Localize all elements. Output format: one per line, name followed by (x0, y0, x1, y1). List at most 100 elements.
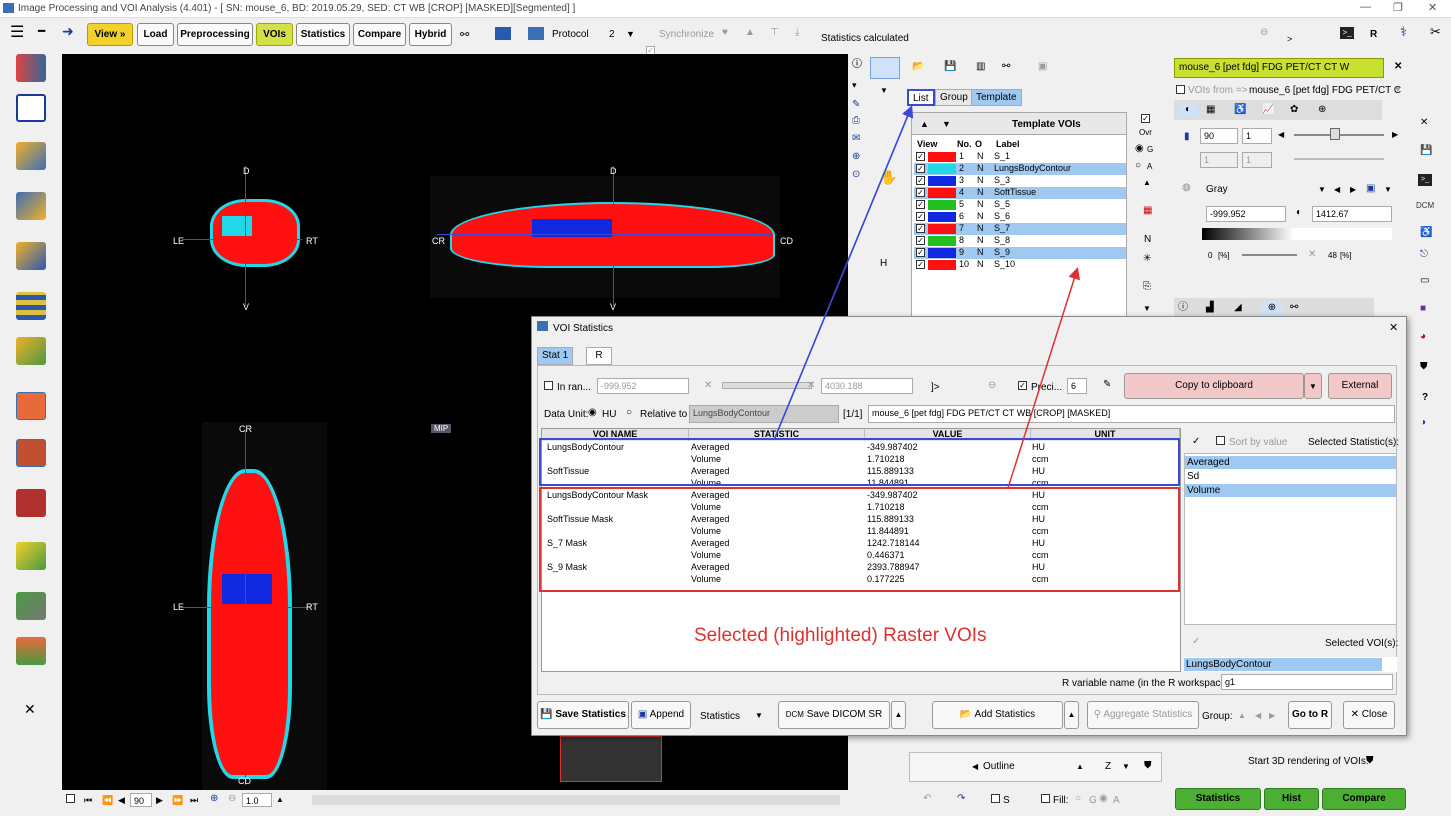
close-window-icon[interactable]: ✕ (1428, 1, 1437, 14)
heart-icon[interactable]: ♥ (722, 26, 728, 40)
add-statistics-button[interactable]: 📂 Add Statistics (932, 701, 1063, 729)
voi-visible-checkbox[interactable]: ✓ (916, 152, 925, 161)
stat-menu-chevron-icon[interactable]: ▼ (755, 709, 763, 723)
close2-icon[interactable]: ✕ (1420, 116, 1428, 130)
palette-icon[interactable]: ▦ (1143, 204, 1152, 218)
last-slice-icon[interactable]: ⏭ (190, 793, 198, 807)
n-label[interactable]: N (1144, 234, 1151, 245)
copy-chevron-icon[interactable]: ▼ (1304, 373, 1322, 399)
save2-icon[interactable]: 💾 (1420, 144, 1432, 158)
slice-slider-thumb[interactable] (1330, 128, 1340, 140)
heart-tool-icon[interactable] (16, 489, 46, 517)
vois-check-icon[interactable]: ✓ (1192, 635, 1200, 649)
chevron-down3-icon[interactable]: ▾ (852, 78, 857, 92)
slice-left-icon[interactable]: ◀ (1278, 128, 1284, 142)
stat-item-averaged[interactable]: Averaged (1185, 456, 1396, 469)
sort-up-icon[interactable]: ▲ (920, 117, 929, 131)
zoom-in-icon[interactable]: ⊕ (210, 792, 218, 806)
segment-tool-icon[interactable] (16, 242, 46, 270)
print-icon[interactable]: ⎙ (852, 114, 860, 128)
crosshair2-icon[interactable]: ⊕ (1262, 301, 1282, 315)
link2-icon[interactable]: ⚯ (1002, 60, 1010, 74)
contrast-icon[interactable]: ◐ (1296, 206, 1302, 220)
colorbar[interactable] (1202, 228, 1392, 240)
open-folder-icon[interactable]: 📂 (912, 60, 924, 74)
stat-item-sd[interactable]: Sd (1185, 470, 1396, 483)
export-icon[interactable]: ⎋ (1420, 248, 1428, 262)
hu-radio-icon[interactable]: ◉ (588, 406, 597, 420)
zoom-out-icon[interactable]: ⊖ (228, 792, 236, 806)
brain-icon[interactable]: ✿ (1290, 103, 1298, 117)
terminal-icon[interactable]: >_ (1340, 27, 1354, 39)
align-top-icon[interactable]: ⊤ (770, 26, 779, 40)
copy-clipboard-button[interactable]: Copy to clipboard (1124, 373, 1304, 399)
external-button[interactable]: External (1328, 373, 1392, 399)
hand-tool-icon[interactable]: ✋ (880, 170, 897, 184)
voi-color-swatch[interactable] (928, 176, 956, 186)
square-icon[interactable]: ■ (1420, 302, 1426, 316)
go-to-r-button[interactable]: Go to R (1288, 701, 1332, 729)
voi-item-selected[interactable]: LungsBodyContour (1184, 658, 1382, 671)
colormap-more-icon[interactable]: ▼ (1384, 183, 1392, 197)
expand-icon[interactable]: > (1287, 32, 1292, 46)
minus-icon[interactable]: ━ (38, 24, 45, 38)
person-icon[interactable]: ♿ (1234, 103, 1246, 117)
undo-icon[interactable]: ↶ (923, 792, 931, 806)
copy-icon[interactable]: ⎘ (1143, 280, 1151, 294)
z-down-icon[interactable]: ▼ (1122, 760, 1130, 774)
voi-visible-checkbox[interactable]: ✓ (916, 260, 925, 269)
r-button[interactable]: R (1370, 29, 1377, 40)
voi-visible-checkbox[interactable]: ✓ (916, 224, 925, 233)
range-circle-icon[interactable]: ⊖ (988, 379, 996, 393)
grid-icon[interactable]: ▦ (1206, 103, 1215, 117)
protocol-label[interactable]: Protocol (552, 29, 589, 40)
voi-color-swatch[interactable] (928, 200, 956, 210)
voi-visible-checkbox[interactable]: ✓ (916, 236, 925, 245)
menu-icon[interactable]: ☰ (10, 25, 24, 41)
series-selector[interactable]: mouse_6 [pet fdg] FDG PET/CT CT W (1174, 58, 1384, 78)
edit-icon[interactable]: ✎ (852, 98, 860, 112)
range-lo-field[interactable]: -999.952 (597, 378, 689, 394)
voi-row[interactable]: ✓ 9 N S_9 (914, 247, 1126, 259)
slice-right-icon[interactable]: ▶ (1392, 128, 1398, 142)
mail-icon[interactable]: ✉ (852, 132, 860, 146)
layout-number[interactable]: 2 (609, 29, 615, 40)
circle-minus-icon[interactable]: ⊖ (1260, 26, 1268, 40)
fill-radio-g[interactable]: ○ (1075, 792, 1081, 806)
voi-visible-checkbox[interactable]: ✓ (916, 164, 925, 173)
voi-visible-checkbox[interactable]: ✓ (916, 212, 925, 221)
pointer-tool-icon[interactable] (870, 57, 900, 79)
chevron-down-icon[interactable]: ▼ (626, 27, 635, 41)
range-hi-field[interactable]: 4030.188 (821, 378, 913, 394)
crosshair-icon[interactable]: ⊕ (1318, 103, 1326, 117)
pet-heart-icon[interactable] (16, 392, 46, 420)
sort-value-checkbox[interactable] (1216, 436, 1225, 445)
save-statistics-button[interactable]: 💾 Save Statistics (537, 701, 629, 729)
tab-r[interactable]: R (586, 347, 612, 365)
vois-from-chevron-icon[interactable]: ▼ (1394, 83, 1402, 97)
colormap-chevron-icon[interactable]: ▼ (1318, 183, 1326, 197)
voi-color-swatch[interactable] (928, 236, 956, 246)
close-series-icon[interactable]: ✕ (1394, 60, 1402, 74)
slice-field[interactable]: 90 (1200, 128, 1238, 144)
in-range-checkbox[interactable] (544, 381, 553, 390)
voi-list[interactable]: ▲ ▼ Template VOIs View No. O Label ✓ 1 N S_… (911, 112, 1127, 317)
outline-up-icon[interactable]: ▲ (1076, 760, 1084, 774)
voi-row[interactable]: ✓ 6 N S_6 (914, 211, 1126, 223)
move-up-icon[interactable]: ▲ (1143, 176, 1151, 190)
dcm-label[interactable]: DCM (1416, 201, 1434, 210)
prev-fast-icon[interactable]: ⏪ (102, 793, 113, 807)
voi-row[interactable]: ✓ 5 N S_5 (914, 199, 1126, 211)
atlas-tool-icon[interactable] (16, 337, 46, 365)
brain-tool-icon[interactable] (16, 542, 46, 570)
slice-input[interactable]: 90 (130, 793, 152, 807)
statistics-green-button[interactable]: Statistics (1175, 788, 1261, 810)
step2-field[interactable]: 1 (1242, 152, 1272, 168)
shield-icon[interactable]: ⛊ (1144, 759, 1152, 773)
outline-left-icon[interactable]: ◀ (972, 760, 978, 774)
pct-slider[interactable] (1242, 254, 1297, 256)
maximize-icon[interactable]: ❐ (1393, 1, 1403, 14)
link3-icon[interactable]: ⚯ (1290, 301, 1298, 315)
step-field[interactable]: 1 (1242, 128, 1272, 144)
half-circle-icon[interactable]: ◑ (1420, 416, 1426, 430)
